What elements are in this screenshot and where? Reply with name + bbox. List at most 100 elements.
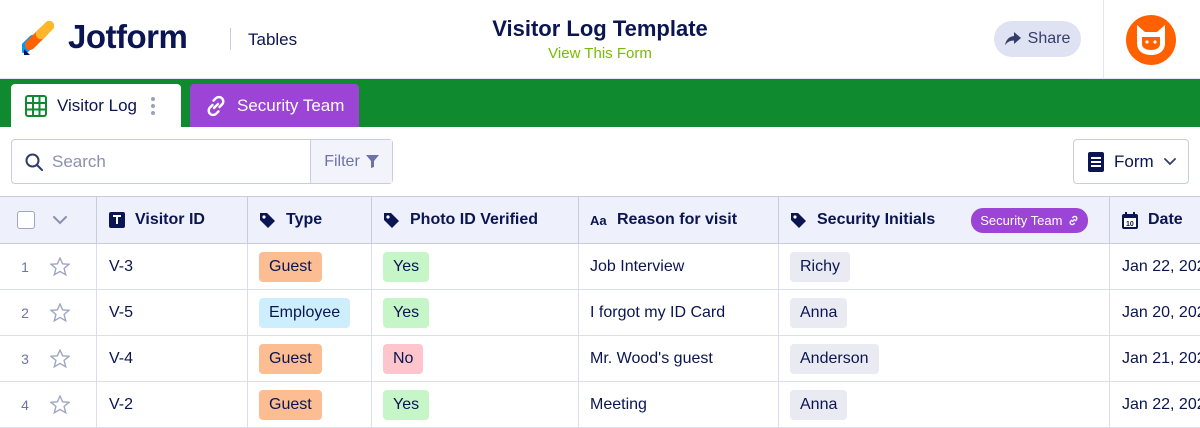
avatar[interactable] <box>1126 15 1176 65</box>
cell-photo-id[interactable]: Yes <box>372 382 579 427</box>
photo-id-tag: Yes <box>383 389 430 420</box>
cell-visitor-id[interactable]: V-4 <box>97 336 248 381</box>
app-header: Jotform Tables Visitor Log Template View… <box>0 0 1200 79</box>
cell-type[interactable]: Guest <box>248 382 372 427</box>
cell-date[interactable]: Jan 20, 202 <box>1110 290 1200 335</box>
table-row[interactable]: 3 V-4 Guest No Mr. Wood's guest Anderson… <box>0 336 1200 382</box>
photo-id-tag: Yes <box>383 297 430 328</box>
row-number: 4 <box>21 396 29 413</box>
cell-reason[interactable]: Meeting <box>579 382 779 427</box>
tab-bar: Visitor Log Security Team <box>0 79 1200 127</box>
cell-date[interactable]: Jan 22, 202 <box>1110 382 1200 427</box>
jotform-logo-icon <box>22 20 54 55</box>
link-icon <box>207 95 225 116</box>
chevron-down-icon[interactable] <box>53 215 67 225</box>
grid-table-icon <box>25 94 47 117</box>
aa-text-icon: Aa <box>590 213 607 227</box>
initials-tag: Anderson <box>790 343 879 374</box>
column-header-photo-id[interactable]: Photo ID Verified <box>372 197 579 243</box>
link-icon <box>1069 215 1078 225</box>
more-options-icon[interactable] <box>151 96 156 115</box>
row-number: 3 <box>21 350 29 367</box>
tab-visitor-log[interactable]: Visitor Log <box>11 84 181 127</box>
view-form-link[interactable]: View This Form <box>548 45 652 62</box>
filter-button[interactable]: Filter <box>310 140 392 183</box>
logo-wordmark: Jotform <box>68 18 188 55</box>
cell-reason[interactable]: Mr. Wood's guest <box>579 336 779 381</box>
header-divider <box>230 28 231 50</box>
jotform-logo[interactable]: Jotform <box>22 18 188 56</box>
share-label: Share <box>1027 30 1071 47</box>
initials-tag: Anna <box>790 389 848 420</box>
type-tag: Employee <box>259 297 351 328</box>
star-icon[interactable] <box>50 257 70 276</box>
cell-type[interactable]: Employee <box>248 290 372 335</box>
cell-visitor-id[interactable]: V-2 <box>97 382 248 427</box>
title-block: Visitor Log Template View This Form <box>450 16 750 63</box>
type-tag: Guest <box>259 251 322 282</box>
filter-label: Filter <box>324 152 360 170</box>
header-divider-right <box>1103 0 1104 79</box>
initials-tag: Anna <box>790 297 848 328</box>
table-row[interactable]: 2 V-5 Employee Yes I forgot my ID Card A… <box>0 290 1200 336</box>
row-gutter: 3 <box>0 336 97 381</box>
search-input[interactable] <box>52 151 297 172</box>
section-label[interactable]: Tables <box>248 30 297 50</box>
column-header-security-initials[interactable]: Security Initials Security Team <box>779 197 1110 243</box>
select-all-checkbox[interactable] <box>17 211 35 229</box>
cell-visitor-id[interactable]: V-3 <box>97 244 248 289</box>
svg-text:10: 10 <box>1126 221 1134 228</box>
row-gutter: 1 <box>0 244 97 289</box>
cell-date[interactable]: Jan 22, 202 <box>1110 244 1200 289</box>
form-view-button[interactable]: Form <box>1073 139 1189 184</box>
calendar-icon: 10 <box>1122 211 1138 229</box>
photo-id-tag: Yes <box>383 251 430 282</box>
data-table: Visitor ID Type Photo ID Verified Aa Rea… <box>0 196 1200 428</box>
row-number: 2 <box>21 304 29 321</box>
cell-security-initials[interactable]: Anderson <box>779 336 1110 381</box>
cell-type[interactable]: Guest <box>248 336 372 381</box>
column-label: Security Initials <box>817 211 936 228</box>
tab-label: Security Team <box>237 95 345 115</box>
cell-photo-id[interactable]: Yes <box>372 244 579 289</box>
linked-table-badge[interactable]: Security Team <box>971 207 1089 233</box>
page-title: Visitor Log Template <box>492 16 708 41</box>
share-button[interactable]: Share <box>994 21 1081 57</box>
cell-reason[interactable]: Job Interview <box>579 244 779 289</box>
cell-type[interactable]: Guest <box>248 244 372 289</box>
star-icon[interactable] <box>50 303 70 322</box>
search-icon <box>25 153 43 171</box>
photo-id-tag: No <box>383 343 424 374</box>
cell-photo-id[interactable]: No <box>372 336 579 381</box>
cat-avatar-icon <box>1137 25 1165 55</box>
table-row[interactable]: 4 V-2 Guest Yes Meeting Anna Jan 22, 202 <box>0 382 1200 428</box>
form-label: Form <box>1114 151 1154 171</box>
svg-text:Aa: Aa <box>590 213 607 227</box>
cell-photo-id[interactable]: Yes <box>372 290 579 335</box>
cell-reason[interactable]: I forgot my ID Card <box>579 290 779 335</box>
tag-icon <box>260 212 275 228</box>
share-arrow-icon <box>1004 32 1021 46</box>
cell-security-initials[interactable]: Anna <box>779 290 1110 335</box>
type-tag: Guest <box>259 389 322 420</box>
tab-security-team[interactable]: Security Team <box>190 84 359 127</box>
column-label: Visitor ID <box>135 211 205 228</box>
table-row[interactable]: 1 V-3 Guest Yes Job Interview Richy Jan … <box>0 244 1200 290</box>
tag-icon <box>791 212 806 228</box>
star-icon[interactable] <box>50 349 70 368</box>
column-label: Date <box>1148 211 1183 228</box>
column-header-type[interactable]: Type <box>248 197 372 243</box>
column-header-reason[interactable]: Aa Reason for visit <box>579 197 779 243</box>
cell-date[interactable]: Jan 21, 202 <box>1110 336 1200 381</box>
star-icon[interactable] <box>50 395 70 414</box>
cell-security-initials[interactable]: Anna <box>779 382 1110 427</box>
text-type-icon <box>109 212 125 228</box>
column-header-date[interactable]: 10 Date <box>1110 197 1200 243</box>
cell-security-initials[interactable]: Richy <box>779 244 1110 289</box>
cell-visitor-id[interactable]: V-5 <box>97 290 248 335</box>
row-gutter: 4 <box>0 382 97 427</box>
column-header-visitor-id[interactable]: Visitor ID <box>97 197 248 243</box>
funnel-icon <box>365 155 379 168</box>
table-header-row: Visitor ID Type Photo ID Verified Aa Rea… <box>0 197 1200 244</box>
select-all-cell <box>0 197 97 243</box>
